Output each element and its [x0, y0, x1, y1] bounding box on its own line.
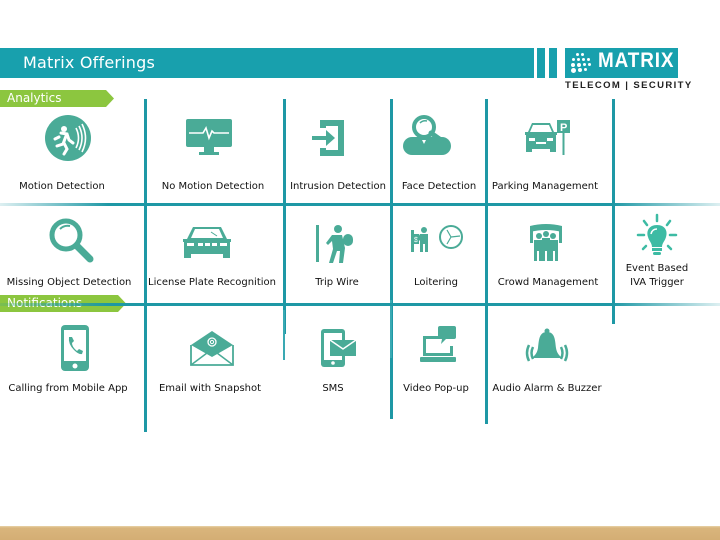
laptop-popup-icon — [420, 326, 456, 362]
offering-label: Email with Snapshot — [158, 383, 262, 394]
person-magnifier-icon — [403, 115, 451, 155]
running-man-motion-icon — [45, 115, 91, 161]
person-crossing-line-icon — [316, 225, 353, 263]
grid-divider — [283, 310, 285, 360]
grid-divider — [612, 99, 615, 324]
logo-wordmark: MATRIX — [598, 49, 675, 72]
logo-stripe — [537, 48, 545, 78]
grid-divider — [485, 99, 488, 424]
offering-label: No Motion Detection — [161, 181, 265, 192]
enter-door-icon — [312, 120, 344, 156]
car-front-icon — [183, 227, 231, 258]
offering-label: License Plate Recognition — [148, 277, 276, 288]
footer-band — [0, 526, 720, 540]
grid-divider — [0, 303, 720, 306]
magnifier-icon — [49, 218, 94, 263]
person-clock-icon: $ — [411, 225, 463, 252]
offering-label: Face Detection — [401, 181, 477, 192]
offering-label: Audio Alarm & Buzzer — [492, 383, 602, 394]
crowd-icon — [530, 224, 562, 261]
offering-label: Calling from Mobile App — [8, 383, 128, 394]
monitor-heartbeat-icon — [186, 119, 232, 155]
logo-dots-icon — [570, 52, 594, 74]
offering-label: Video Pop-up — [403, 383, 469, 394]
grid-divider — [144, 99, 147, 432]
offering-label: Parking Management — [491, 181, 599, 192]
grid-divider — [283, 99, 286, 334]
logo-tagline: TELECOM | SECURITY — [565, 80, 693, 91]
car-parking-icon: P — [525, 120, 570, 155]
mobile-phone-call-icon — [61, 325, 89, 371]
grid-divider — [390, 300, 392, 358]
section-tag-analytics: Analytics — [0, 90, 114, 107]
offering-label: Intrusion Detection — [290, 181, 386, 192]
sms-phone-icon — [321, 329, 357, 367]
grid-divider — [0, 203, 720, 206]
svg-text:P: P — [560, 122, 567, 134]
offering-label: Missing Object Detection — [6, 277, 132, 288]
svg-text:$: $ — [414, 237, 418, 244]
lightbulb-icon — [636, 213, 678, 255]
offering-label: Event Based IVA Trigger — [625, 263, 689, 288]
email-envelope-icon — [190, 331, 234, 366]
alarm-bell-icon — [525, 328, 569, 362]
offering-label: Trip Wire — [315, 277, 359, 288]
grid-divider — [390, 99, 393, 419]
offering-label: Crowd Management — [497, 277, 599, 288]
offering-label: SMS — [322, 383, 344, 394]
logo-stripe — [549, 48, 557, 78]
offering-label: Motion Detection — [19, 181, 105, 192]
offering-label: Loitering — [414, 277, 458, 288]
page-title: Matrix Offerings — [23, 53, 156, 72]
